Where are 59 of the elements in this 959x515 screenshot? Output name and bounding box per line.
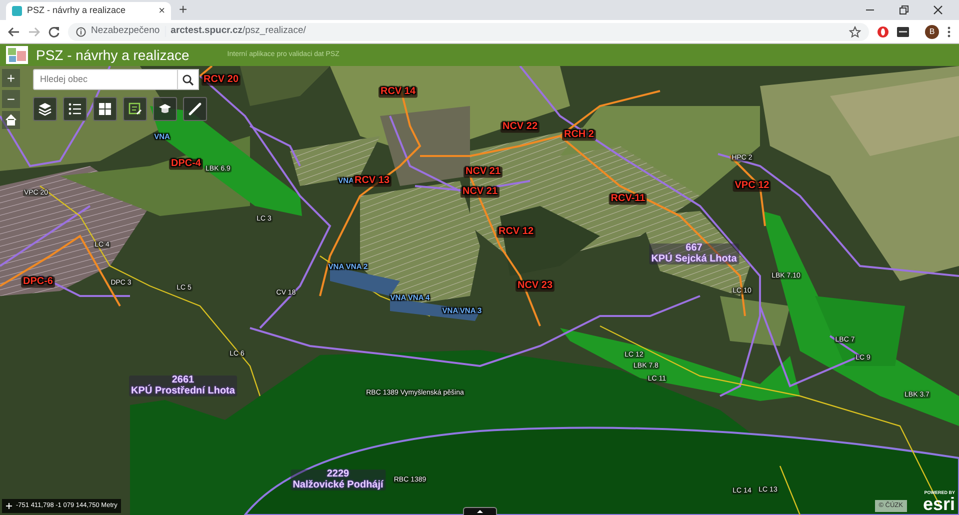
basemap-button[interactable] [93, 97, 117, 121]
search-field[interactable]: Hledej obec [33, 69, 178, 90]
profile-avatar[interactable]: B [925, 24, 939, 38]
tab-title: PSZ - návrhy a realizace [27, 4, 127, 18]
education-button[interactable] [153, 97, 177, 121]
road-label: DPC-6 [21, 276, 55, 288]
address-bar[interactable]: Nezabezpečeno arctest.spucr.cz/psz_realizace/ [68, 22, 869, 40]
browser-tab[interactable]: PSZ - návrhy a realizace × [6, 2, 171, 20]
home-button[interactable] [2, 111, 20, 129]
road-label: RCV 20 [202, 74, 240, 86]
road-label: NCV 23 [516, 280, 554, 292]
graduation-cap-icon [158, 102, 172, 116]
tab-close-button[interactable]: × [158, 6, 165, 16]
caret-icon [476, 509, 484, 514]
grid-icon [98, 102, 112, 116]
legend-button[interactable] [63, 97, 87, 121]
road-label: DPC-4 [169, 158, 203, 170]
road-label: RCV-11 [608, 194, 648, 204]
list-icon [68, 102, 82, 116]
home-icon [5, 114, 17, 126]
area-label: 2229 Nalžovické Podhájí [290, 470, 386, 490]
circle-o-icon[interactable] [877, 26, 889, 38]
search-button[interactable] [178, 69, 199, 90]
security-label: Nezabezpečeno [91, 24, 160, 38]
menu-icon[interactable] [947, 26, 951, 38]
reload-icon[interactable] [48, 26, 60, 38]
info-icon[interactable] [76, 26, 86, 36]
ruler-icon [188, 102, 202, 116]
url-text: arctest.spucr.cz/psz_realizace/ [170, 24, 307, 38]
road-label: VPC 12 [732, 180, 772, 192]
measure-button[interactable] [183, 97, 207, 121]
star-icon[interactable] [849, 26, 861, 38]
back-arrow-icon[interactable] [8, 26, 20, 38]
road-label: RCV 14 [378, 86, 418, 98]
esri-logo: esri [922, 495, 955, 513]
layers-icon [38, 102, 52, 116]
restore-icon[interactable] [899, 5, 909, 15]
edit-button[interactable] [123, 97, 147, 121]
zoom-in-button[interactable]: + [2, 69, 20, 87]
close-icon[interactable] [933, 5, 943, 15]
road-label: NCV 21 [464, 166, 502, 178]
panel-toggle-button[interactable] [463, 507, 497, 515]
favicon-icon [12, 6, 22, 16]
zoom-out-button[interactable]: − [2, 90, 20, 108]
search-icon [182, 74, 194, 86]
road-label: NCV 21 [460, 186, 500, 198]
crosshair-icon[interactable] [6, 503, 12, 510]
road-label: RCV 12 [496, 226, 536, 238]
road-label: NCV 22 [500, 122, 540, 132]
extension-icon[interactable] [897, 26, 909, 38]
road-label: RCH 2 [562, 130, 596, 140]
app-logo-icon [6, 45, 28, 65]
app-title: PSZ - návrhy a realizace [36, 46, 190, 65]
area-label: 667 KPÚ Sejcká Lhota [649, 244, 739, 264]
new-tab-button[interactable]: + [179, 2, 188, 16]
road-label: RCV 13 [352, 176, 392, 186]
document-pencil-icon [128, 102, 142, 116]
area-label: 2661 KPÚ Prostřední Lhota [129, 376, 237, 396]
layers-button[interactable] [33, 97, 57, 121]
